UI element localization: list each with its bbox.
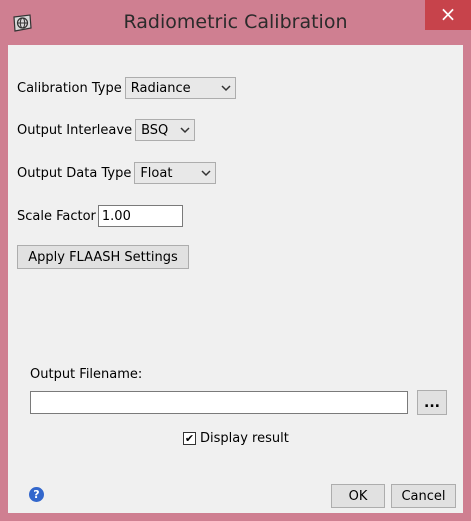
dialog-body: Calibration Type Radiance Output Interle… bbox=[8, 45, 463, 513]
output-data-type-value: Float bbox=[140, 165, 173, 181]
browse-button[interactable]: ... bbox=[417, 390, 447, 415]
scale-factor-input[interactable] bbox=[97, 205, 183, 227]
output-data-type-select[interactable]: Float bbox=[134, 162, 217, 184]
checkmark-icon: ✔ bbox=[184, 432, 195, 445]
output-filename-input[interactable] bbox=[30, 391, 408, 414]
chevron-down-icon bbox=[180, 127, 190, 134]
display-result-checkbox-row[interactable]: ✔ Display result bbox=[183, 431, 289, 446]
ok-button[interactable]: OK bbox=[331, 484, 385, 508]
apply-flaash-settings-button[interactable]: Apply FLAASH Settings bbox=[17, 245, 189, 269]
output-interleave-value: BSQ bbox=[141, 122, 169, 138]
output-data-type-label: Output Data Type bbox=[17, 165, 132, 181]
scale-factor-row: Scale Factor bbox=[17, 204, 183, 228]
close-icon: × bbox=[439, 2, 457, 26]
question-circle-icon[interactable]: ? bbox=[29, 487, 44, 502]
close-button[interactable]: × bbox=[425, 0, 471, 30]
radiometric-calibration-dialog: Radiometric Calibration × Calibration Ty… bbox=[0, 0, 471, 521]
display-result-checkbox[interactable]: ✔ bbox=[183, 432, 196, 445]
output-interleave-row: Output Interleave BSQ bbox=[17, 118, 196, 142]
display-result-label: Display result bbox=[200, 431, 289, 446]
cancel-button[interactable]: Cancel bbox=[391, 484, 456, 508]
output-interleave-label: Output Interleave bbox=[17, 122, 133, 138]
chevron-down-icon bbox=[221, 85, 231, 92]
chevron-down-icon bbox=[201, 170, 211, 177]
output-data-type-row: Output Data Type Float bbox=[17, 161, 217, 185]
output-filename-label: Output Filename: bbox=[30, 367, 143, 382]
window-title: Radiometric Calibration bbox=[123, 11, 348, 33]
title-bar[interactable]: Radiometric Calibration × bbox=[0, 0, 471, 45]
calibration-type-label: Calibration Type bbox=[17, 80, 122, 96]
scale-factor-label: Scale Factor bbox=[17, 208, 96, 224]
ellipsis-icon: ... bbox=[424, 394, 440, 411]
calibration-type-select[interactable]: Radiance bbox=[124, 77, 236, 99]
calibration-type-value: Radiance bbox=[130, 80, 191, 96]
output-interleave-select[interactable]: BSQ bbox=[135, 119, 196, 141]
calibration-type-row: Calibration Type Radiance bbox=[17, 76, 236, 100]
